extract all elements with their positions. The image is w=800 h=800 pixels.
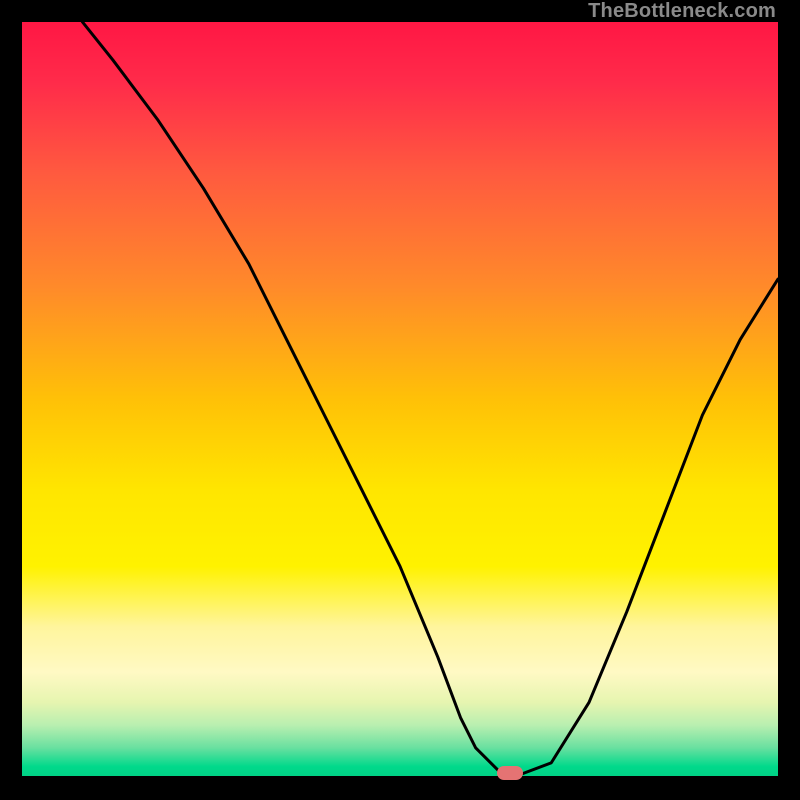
watermark-text: TheBottleneck.com xyxy=(588,0,776,23)
gradient-rect xyxy=(22,22,778,778)
chart-container: TheBottleneck.com xyxy=(0,0,800,800)
optimal-marker xyxy=(497,766,523,780)
gradient-background xyxy=(22,22,778,778)
plot-area xyxy=(22,22,778,778)
